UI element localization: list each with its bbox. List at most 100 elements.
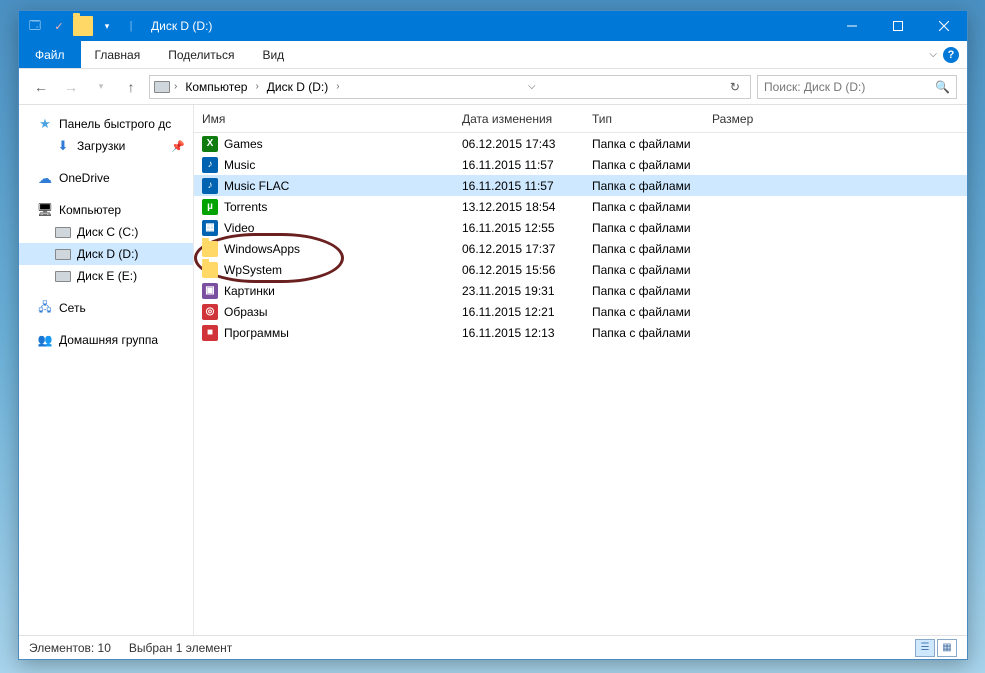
back-button[interactable]: ← xyxy=(29,75,53,99)
qat-separator: | xyxy=(121,16,141,36)
minimize-button[interactable] xyxy=(829,11,875,41)
chevron-right-icon[interactable]: › xyxy=(174,81,177,92)
file-name: WindowsApps xyxy=(224,242,300,256)
file-name: Образы xyxy=(224,305,268,319)
status-bar: Элементов: 10 Выбран 1 элемент ☰ ▦ xyxy=(19,635,967,659)
nav-toolbar: ← → ▾ ↑ › Компьютер › Диск D (D:) › ⌵ ↻ … xyxy=(19,69,967,105)
ribbon-tab-share[interactable]: Поделиться xyxy=(154,41,248,68)
status-selection: Выбран 1 элемент xyxy=(129,641,232,655)
breadcrumb-current[interactable]: Диск D (D:) xyxy=(263,80,332,94)
col-name[interactable]: Имя xyxy=(194,105,454,132)
ribbon-file-tab[interactable]: Файл xyxy=(19,41,81,68)
homegroup-icon xyxy=(37,332,53,348)
file-name: Картинки xyxy=(224,284,275,298)
search-placeholder: Поиск: Диск D (D:) xyxy=(764,80,865,94)
qat-check-icon[interactable]: ✓ xyxy=(49,16,69,36)
file-type: Папка с файлами xyxy=(584,263,704,277)
file-date: 16.11.2015 11:57 xyxy=(454,179,584,193)
file-name: Games xyxy=(224,137,263,151)
navigation-pane[interactable]: Панель быстрого дс Загрузки 📌 OneDrive Ко… xyxy=(19,105,194,635)
nav-computer[interactable]: Компьютер xyxy=(19,199,193,221)
qat-properties-icon[interactable]: 🗔 xyxy=(25,16,45,36)
music-icon: ♪ xyxy=(202,178,218,194)
drive-icon xyxy=(55,227,71,238)
file-row[interactable]: WindowsApps06.12.2015 17:37Папка с файла… xyxy=(194,238,967,259)
file-name: WpSystem xyxy=(224,263,282,277)
address-dropdown-icon[interactable]: ⌵ xyxy=(522,81,542,92)
col-size[interactable]: Размер xyxy=(704,105,784,132)
view-details-button[interactable]: ☰ xyxy=(915,639,935,657)
file-name: Music xyxy=(224,158,255,172)
torrent-icon: µ xyxy=(202,199,218,215)
nav-quick-access[interactable]: Панель быстрого дс xyxy=(19,113,193,135)
maximize-button[interactable] xyxy=(875,11,921,41)
recent-dropdown-icon[interactable]: ▾ xyxy=(89,75,113,99)
file-row[interactable]: ♪Music16.11.2015 11:57Папка с файлами xyxy=(194,154,967,175)
games-icon: X xyxy=(202,136,218,152)
file-row[interactable]: WpSystem 06.12.2015 15:56Папка с файлами xyxy=(194,259,967,280)
file-row[interactable]: ■Программы16.11.2015 12:13Папка с файлам… xyxy=(194,322,967,343)
nav-label: Диск C (C:) xyxy=(77,225,138,239)
col-date[interactable]: Дата изменения xyxy=(454,105,584,132)
ribbon-expand-icon[interactable]: ⌵ xyxy=(929,49,937,60)
qat-dropdown-icon[interactable]: ▾ xyxy=(97,16,117,36)
nav-label: Компьютер xyxy=(59,203,121,217)
music-icon: ♪ xyxy=(202,157,218,173)
nav-label: Загрузки xyxy=(77,139,125,153)
file-name: Torrents xyxy=(224,200,267,214)
nav-network[interactable]: Сеть xyxy=(19,297,193,319)
file-row[interactable]: XGames06.12.2015 17:43Папка с файлами xyxy=(194,133,967,154)
nav-drive-e[interactable]: Диск E (E:) xyxy=(19,265,193,287)
file-date: 06.12.2015 15:56 xyxy=(454,263,584,277)
download-icon xyxy=(55,138,71,154)
nav-onedrive[interactable]: OneDrive xyxy=(19,167,193,189)
ribbon-tab-view[interactable]: Вид xyxy=(248,41,298,68)
file-row[interactable]: ◎Образы16.11.2015 12:21Папка с файлами xyxy=(194,301,967,322)
help-icon[interactable]: ? xyxy=(943,47,959,63)
forward-button[interactable]: → xyxy=(59,75,83,99)
iso-icon: ◎ xyxy=(202,304,218,320)
file-name: Программы xyxy=(224,326,289,340)
folder-icon xyxy=(202,262,218,278)
network-icon xyxy=(37,300,53,316)
pin-icon: 📌 xyxy=(171,140,185,153)
chevron-right-icon[interactable]: › xyxy=(255,81,258,92)
qat-folder-icon[interactable] xyxy=(73,16,93,36)
file-type: Папка с файлами xyxy=(584,326,704,340)
file-row[interactable]: ▦Video16.11.2015 12:55Папка с файлами xyxy=(194,217,967,238)
file-type: Папка с файлами xyxy=(584,179,704,193)
apps-icon: ■ xyxy=(202,325,218,341)
refresh-icon[interactable]: ↻ xyxy=(724,80,746,94)
chevron-right-icon[interactable]: › xyxy=(336,81,339,92)
search-icon: 🔍 xyxy=(935,80,950,94)
file-row[interactable]: µTorrents13.12.2015 18:54Папка с файлами xyxy=(194,196,967,217)
up-button[interactable]: ↑ xyxy=(119,75,143,99)
nav-downloads[interactable]: Загрузки 📌 xyxy=(19,135,193,157)
nav-label: Сеть xyxy=(59,301,86,315)
drive-icon xyxy=(55,271,71,282)
file-rows[interactable]: XGames06.12.2015 17:43Папка с файлами♪Mu… xyxy=(194,133,967,635)
file-date: 06.12.2015 17:37 xyxy=(454,242,584,256)
star-icon xyxy=(37,116,53,132)
file-row[interactable]: ▣Картинки23.11.2015 19:31Папка с файлами xyxy=(194,280,967,301)
address-bar[interactable]: › Компьютер › Диск D (D:) › ⌵ ↻ xyxy=(149,75,751,99)
file-date: 16.11.2015 11:57 xyxy=(454,158,584,172)
quick-access-toolbar: 🗔 ✓ ▾ | xyxy=(25,16,141,36)
drive-icon xyxy=(154,81,170,93)
nav-drive-c[interactable]: Диск C (C:) xyxy=(19,221,193,243)
col-type[interactable]: Тип xyxy=(584,105,704,132)
breadcrumb-computer[interactable]: Компьютер xyxy=(181,80,251,94)
titlebar[interactable]: 🗔 ✓ ▾ | Диск D (D:) xyxy=(19,11,967,41)
window-title: Диск D (D:) xyxy=(151,19,212,33)
computer-icon xyxy=(37,202,53,218)
close-button[interactable] xyxy=(921,11,967,41)
view-icons-button[interactable]: ▦ xyxy=(937,639,957,657)
search-box[interactable]: Поиск: Диск D (D:) 🔍 xyxy=(757,75,957,99)
status-count: Элементов: 10 xyxy=(29,641,111,655)
file-row[interactable]: ♪ Music FLAC 16.11.2015 11:57Папка с файла… xyxy=(194,175,967,196)
nav-drive-d[interactable]: Диск D (D:) xyxy=(19,243,193,265)
ribbon-tab-home[interactable]: Главная xyxy=(81,41,155,68)
nav-homegroup[interactable]: Домашняя группа xyxy=(19,329,193,351)
file-name: Music FLAC xyxy=(224,179,289,193)
nav-label: Панель быстрого дс xyxy=(59,117,171,131)
